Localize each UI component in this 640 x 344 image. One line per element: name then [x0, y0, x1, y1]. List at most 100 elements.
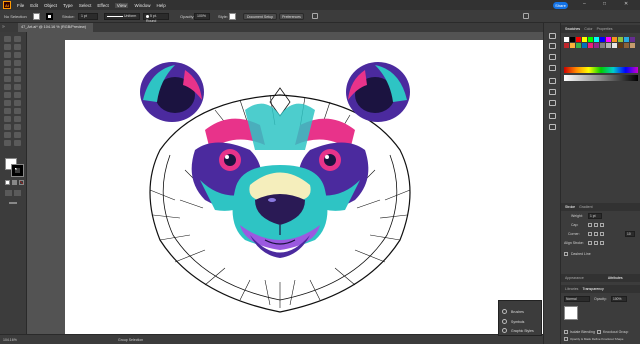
- color-swatch[interactable]: [594, 43, 599, 48]
- tab-libraries[interactable]: Libraries: [565, 287, 578, 291]
- bevel-join-icon[interactable]: [600, 232, 604, 236]
- color-swatch[interactable]: [588, 37, 593, 42]
- align-panel-icon[interactable]: [549, 113, 556, 119]
- gradient-tool-icon[interactable]: [14, 108, 21, 114]
- color-swatch[interactable]: [618, 43, 623, 48]
- color-swatch[interactable]: [594, 37, 599, 42]
- document-setup-button[interactable]: Document Setup: [243, 13, 277, 20]
- color-swatch[interactable]: [618, 37, 623, 42]
- transform-panel-icon[interactable]: [549, 124, 556, 130]
- transparency-opacity-field[interactable]: 100%: [611, 296, 627, 302]
- color-swatch[interactable]: [564, 43, 569, 48]
- curvature-tool-icon[interactable]: [14, 52, 21, 58]
- shape-builder-tool-icon[interactable]: [4, 100, 11, 106]
- brush-definition[interactable]: 5 pt. Round: [143, 13, 169, 23]
- stroke-swatch[interactable]: [46, 13, 53, 20]
- color-mode-icon[interactable]: [5, 180, 10, 185]
- pen-tool-icon[interactable]: [4, 52, 11, 58]
- symbol-sprayer-tool-icon[interactable]: [4, 124, 11, 130]
- preferences-button[interactable]: Preferences: [279, 13, 304, 20]
- align-inside-icon[interactable]: [594, 241, 598, 245]
- minimize-icon[interactable]: –: [583, 1, 586, 7]
- artboard[interactable]: [65, 40, 545, 337]
- butt-cap-icon[interactable]: [588, 223, 592, 227]
- swatches-panel-icon[interactable]: [549, 33, 556, 39]
- close-icon[interactable]: ✕: [624, 1, 628, 7]
- zoom-level[interactable]: 104.16%: [3, 338, 17, 342]
- color-swatch[interactable]: [570, 43, 575, 48]
- menu-file[interactable]: File: [17, 3, 24, 8]
- color-swatch[interactable]: [576, 37, 581, 42]
- gradient-mode-icon[interactable]: [12, 180, 17, 185]
- miter-join-icon[interactable]: [588, 232, 592, 236]
- rotate-tool-icon[interactable]: [4, 84, 11, 90]
- menu-effect[interactable]: Effect: [97, 3, 108, 8]
- tab-attributes[interactable]: Attributes: [608, 276, 623, 280]
- blend-mode-select[interactable]: Normal: [564, 296, 590, 302]
- blend-tool-icon[interactable]: [14, 116, 21, 122]
- scale-tool-icon[interactable]: [14, 84, 21, 90]
- tab-transparency[interactable]: Transparency: [582, 287, 603, 291]
- panda-artwork[interactable]: [65, 40, 545, 337]
- panel-menu-icon[interactable]: [523, 13, 529, 19]
- color-swatch[interactable]: [564, 37, 569, 42]
- align-center-icon[interactable]: [588, 241, 592, 245]
- menu-view[interactable]: View: [114, 2, 129, 8]
- tab-gradient[interactable]: Gradient: [579, 205, 592, 209]
- graphic-styles-item[interactable]: Graphic Styles: [502, 328, 534, 333]
- collapse-icon[interactable]: »: [2, 24, 5, 30]
- color-swatch[interactable]: [576, 43, 581, 48]
- menu-edit[interactable]: Edit: [30, 3, 38, 8]
- share-button[interactable]: Share: [553, 1, 568, 9]
- color-swatch[interactable]: [582, 37, 587, 42]
- properties-panel-icon[interactable]: [549, 54, 556, 60]
- menu-window[interactable]: Window: [134, 3, 150, 8]
- menu-type[interactable]: Type: [63, 3, 73, 8]
- document-tab[interactable]: 47_Art.ai* @ 104.16 % (RGB/Preview): [18, 23, 93, 32]
- opacity-mask-checkbox[interactable]: [564, 337, 568, 341]
- brushes-item[interactable]: Brushes: [502, 309, 524, 314]
- color-swatch[interactable]: [600, 37, 605, 42]
- hand-tool-icon[interactable]: [4, 140, 11, 146]
- symbols-item[interactable]: Symbols: [502, 319, 524, 324]
- perspective-grid-tool-icon[interactable]: [14, 100, 21, 106]
- layers-panel-icon[interactable]: [549, 65, 556, 71]
- color-swatch[interactable]: [624, 43, 629, 48]
- dashed-line-checkbox[interactable]: [564, 252, 568, 256]
- miter-limit-field[interactable]: 10: [625, 231, 635, 237]
- color-swatch[interactable]: [600, 43, 605, 48]
- tab-color[interactable]: Color: [584, 27, 592, 31]
- color-swatch[interactable]: [570, 37, 575, 42]
- column-graph-tool-icon[interactable]: [14, 124, 21, 130]
- tab-appearance[interactable]: Appearance: [565, 276, 584, 280]
- free-transform-tool-icon[interactable]: [14, 92, 21, 98]
- tab-swatches[interactable]: Swatches: [565, 27, 580, 31]
- color-swatch[interactable]: [606, 43, 611, 48]
- color-swatch[interactable]: [624, 37, 629, 42]
- type-tool-icon[interactable]: [4, 60, 11, 66]
- opacity-field[interactable]: 100%: [194, 13, 210, 20]
- color-swatch[interactable]: [630, 43, 635, 48]
- projecting-cap-icon[interactable]: [600, 223, 604, 227]
- eraser-tool-icon[interactable]: [14, 76, 21, 82]
- isolate-blending-checkbox[interactable]: [564, 330, 568, 334]
- swatch-group-row[interactable]: [564, 67, 638, 73]
- none-mode-icon[interactable]: [19, 180, 24, 185]
- screen-mode-icon[interactable]: [14, 190, 21, 196]
- graphic-style-swatch[interactable]: [229, 13, 236, 20]
- menu-object[interactable]: Object: [44, 3, 57, 8]
- color-panel-icon[interactable]: [549, 43, 556, 49]
- color-swatch[interactable]: [612, 43, 617, 48]
- draw-mode-icon[interactable]: [5, 190, 12, 196]
- paintbrush-tool-icon[interactable]: [14, 68, 21, 74]
- maximize-icon[interactable]: □: [603, 1, 606, 7]
- mesh-tool-icon[interactable]: [4, 108, 11, 114]
- zoom-tool-icon[interactable]: [14, 140, 21, 146]
- symbols-panel-icon[interactable]: [549, 89, 556, 95]
- lasso-tool-icon[interactable]: [14, 44, 21, 50]
- color-swatch[interactable]: [588, 43, 593, 48]
- color-swatch[interactable]: [582, 43, 587, 48]
- tab-properties[interactable]: Properties: [597, 27, 613, 31]
- round-cap-icon[interactable]: [594, 223, 598, 227]
- brushes-panel-icon[interactable]: [549, 78, 556, 84]
